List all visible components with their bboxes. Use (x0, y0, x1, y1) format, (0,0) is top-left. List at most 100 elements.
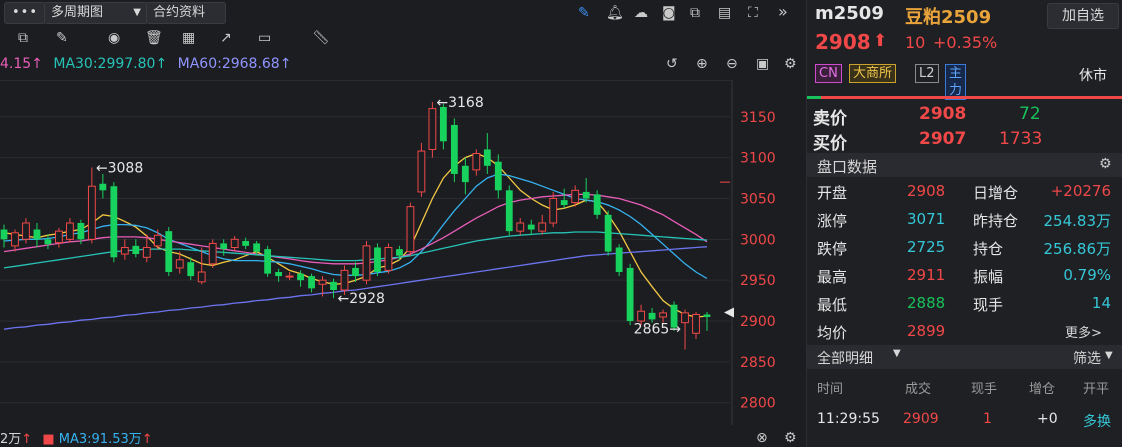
stat-value: 2899 (907, 322, 946, 340)
stat-value: 2725 (907, 238, 946, 256)
stat-label: 跌停 (817, 240, 848, 258)
undo-icon[interactable]: ↺ (666, 56, 678, 72)
candle-body (538, 222, 547, 232)
stat-value: +20276 (1050, 182, 1111, 200)
more-link[interactable]: 更多> (1065, 322, 1102, 341)
candle-body (549, 197, 558, 224)
candle-body (132, 245, 140, 255)
panel-title: 盘口数据 (817, 158, 878, 176)
caret-down-icon[interactable]: ▼ (1105, 350, 1113, 361)
stat-label: 振幅 (973, 268, 1004, 286)
trash-icon[interactable]: 🗑︎ (145, 30, 163, 46)
candle-body (175, 259, 184, 269)
candle-body (472, 153, 481, 171)
candle-body (297, 273, 304, 281)
stat-value: 254.83万 (1043, 212, 1112, 230)
top-toolbar: ••• 多周期图 ▼ 合约资料 ✎ 🔔︎ ☁ ◙ ⧉ ▤ ⛶ » (0, 0, 806, 26)
candle-body (374, 247, 381, 273)
candlestick-chart[interactable]: 3150 3100 3050 3000 2950 2900 2850 2800 ←3088 ←31… (0, 80, 806, 425)
monitor-icon[interactable]: ▤ (718, 5, 731, 21)
candle-body (208, 242, 217, 265)
stat-label: 最低 (817, 296, 848, 314)
vol-dot-icon: ■ (42, 432, 55, 447)
multi-period-dropdown[interactable]: 多周期图 ▼ (44, 2, 148, 24)
y-tick-label: 3000 (740, 232, 776, 248)
candle-body (505, 190, 513, 232)
add-watchlist-button[interactable]: 加自选 (1047, 3, 1119, 29)
grid-icon[interactable]: ▦ (182, 30, 195, 46)
price-annotation: 2865→ (634, 322, 682, 338)
settings-icon[interactable]: ⚙ (784, 56, 797, 72)
candle-body (560, 200, 568, 206)
settings-icon[interactable]: ⚙ (1099, 156, 1112, 172)
cloud-icon[interactable]: ☁ (634, 5, 648, 21)
candle-body (340, 269, 349, 291)
caret-down-icon[interactable]: ▼ (893, 348, 901, 359)
candle-body (275, 272, 283, 277)
stat-label: 最高 (817, 268, 848, 286)
details-header: 全部明细 ▼ 筛选 ▼ (807, 345, 1122, 369)
stat-label: 开盘 (817, 184, 848, 202)
period-label: 多周期图 (51, 5, 104, 20)
candle-body (330, 281, 337, 290)
y-tick-label: 2900 (740, 314, 776, 330)
ma-line-ma60 (3, 246, 708, 330)
fullscreen-icon[interactable]: ⛶ (748, 5, 758, 21)
details-title: 全部明细 (817, 351, 873, 367)
pencil-icon[interactable]: ✎ (578, 5, 590, 21)
candle-body (165, 231, 173, 273)
y-tick-label: 2850 (740, 355, 776, 371)
ma30-value: MA30:2997.80↑ (53, 56, 168, 72)
candle-body (77, 222, 85, 240)
candle-body (285, 275, 294, 278)
filter-button[interactable]: 筛选 (1073, 348, 1101, 368)
copy-icon[interactable]: ⧉ (690, 5, 700, 21)
candle-body (120, 247, 129, 255)
zoom-out-icon[interactable]: ⊖ (726, 56, 738, 72)
menu-button[interactable]: ••• (4, 2, 46, 24)
price-annotation: ←3168 (436, 95, 483, 111)
window-icon[interactable]: ▣ (756, 56, 769, 72)
candle-body (22, 222, 30, 240)
zoom-in-icon[interactable]: ⊕ (696, 56, 708, 72)
candle-body (87, 185, 96, 240)
stat-value: 2908 (907, 182, 946, 200)
candle-body (318, 279, 327, 285)
details-row[interactable]: 11:29:55 2909 1 +0 多换 (807, 411, 1122, 431)
stat-row: 涨停 3071 昨持仓 254.83万 (807, 210, 1122, 236)
last-price-marker (724, 307, 734, 318)
candle-body (604, 214, 612, 252)
comment-icon[interactable]: ▭ (258, 30, 271, 46)
candle-body (153, 234, 162, 247)
candle-body (582, 191, 590, 199)
ruler-icon[interactable]: 📏︎ (312, 30, 330, 46)
stat-label: 现手 (973, 296, 1004, 314)
contract-info-button[interactable]: 合约资料 (146, 2, 226, 24)
candle-body (264, 249, 272, 274)
close-icon[interactable]: ⊗ (756, 430, 768, 446)
orderbook-top-bar (807, 96, 1122, 99)
draw-icon[interactable]: ✎ (56, 30, 68, 46)
y-tick-label: 2950 (740, 273, 776, 289)
candle-body (527, 224, 535, 230)
camera-icon[interactable]: ◙ (662, 5, 676, 21)
candle-body (362, 245, 371, 281)
stat-value: 2888 (907, 294, 946, 312)
eye-icon[interactable]: ◉ (108, 30, 120, 46)
candle-body (692, 314, 700, 334)
candle-body (406, 206, 415, 253)
ask-volume: 72 (1019, 104, 1041, 124)
stat-value: 0.79% (1063, 266, 1111, 284)
collapse-icon[interactable]: » (778, 4, 788, 20)
candle-body (450, 124, 458, 174)
candle-body (66, 222, 74, 240)
ma60-value: MA60:2968.68↑ (177, 56, 292, 72)
candle-body (681, 312, 689, 324)
y-tick-label: 3050 (740, 191, 776, 207)
bell-icon[interactable]: 🔔︎ (606, 5, 624, 21)
export-icon[interactable]: ↗ (220, 30, 232, 46)
settings-icon[interactable]: ⚙ (784, 430, 797, 446)
candle-body (483, 149, 491, 166)
layers-icon[interactable]: ⧉ (18, 30, 28, 46)
candle-body (253, 243, 261, 252)
